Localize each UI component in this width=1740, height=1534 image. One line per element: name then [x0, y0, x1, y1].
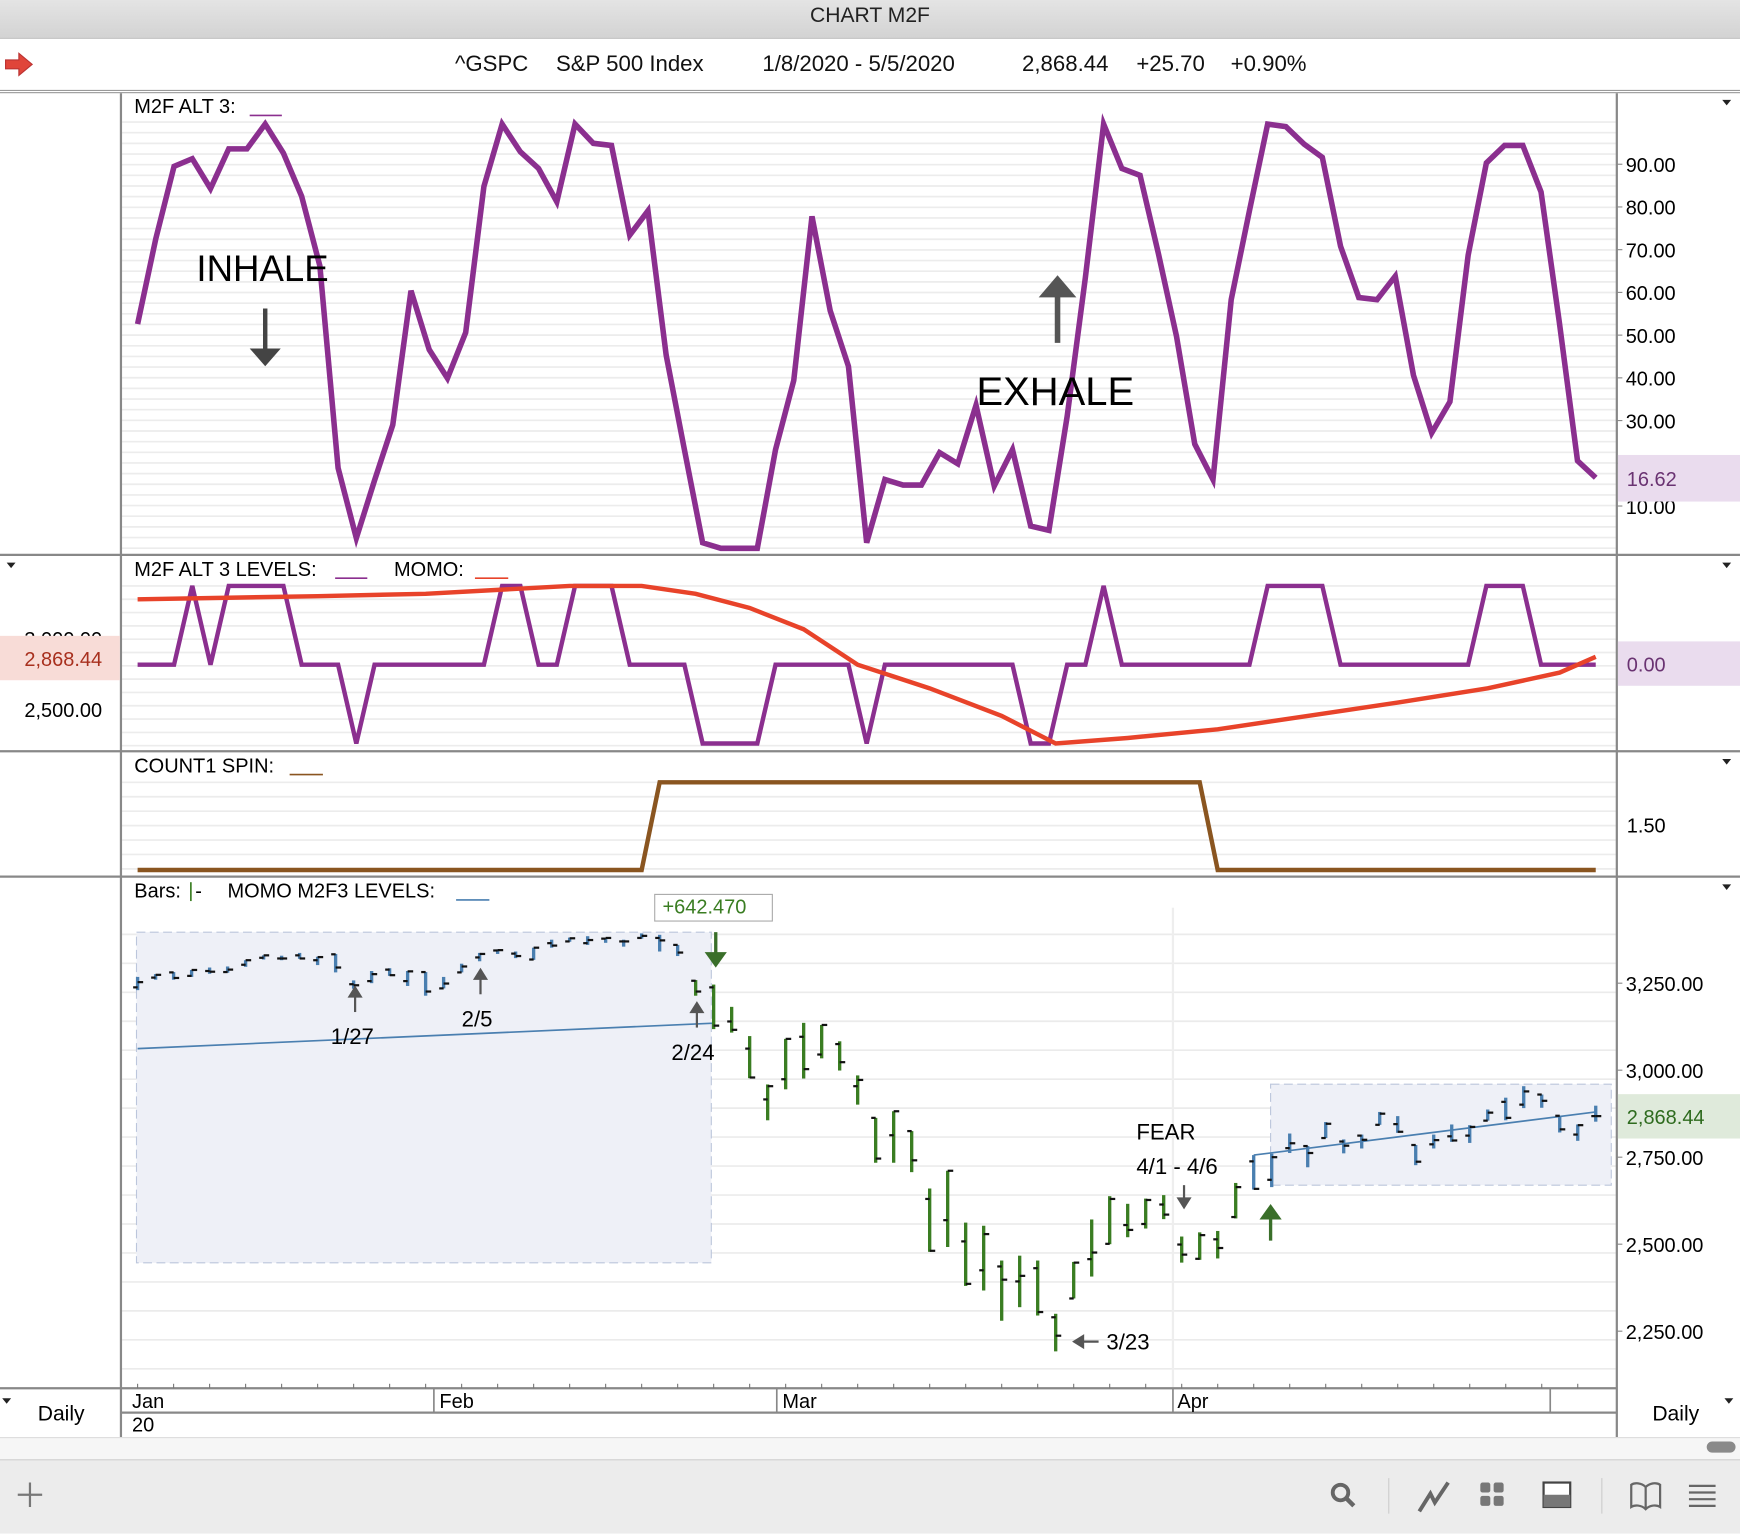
annotation-1-27: 1/27: [331, 1024, 374, 1049]
panel-layout-icon[interactable]: [1541, 1480, 1572, 1509]
ohlc-bar: [1069, 1261, 1080, 1300]
ohlc-bar: [1033, 1260, 1044, 1316]
osc-tick-label: 40.00: [1626, 369, 1676, 391]
annotation-fear: FEAR: [1136, 1120, 1195, 1145]
count-axis-tick: 1.50: [1627, 815, 1666, 837]
panel-menu-chevron-icon: [1722, 884, 1732, 890]
chart-window: CHART M2F ^GSPC S&P 500 Index 1/8/2020 -…: [0, 0, 1740, 1534]
red-arrow-icon[interactable]: [4, 52, 34, 77]
price-axis: 3,250.00 3,000.00 2,750.00 2,500.00 2,250.00: [1616, 974, 1704, 1344]
month-apr: Apr: [1177, 1391, 1208, 1413]
momo-title: MOMO:: [394, 559, 464, 581]
ohlc-bar: [1213, 1230, 1224, 1259]
green-up-arrow-icon: [1259, 1204, 1282, 1241]
panel-menu-chevron-icon: [6, 562, 16, 569]
down-arrow-icon: [249, 308, 281, 367]
symbol-name: S&P 500 Index: [555, 52, 704, 77]
last-price: 2,868.44: [1022, 52, 1109, 77]
ohlc-bar: [763, 1084, 774, 1121]
annotation-fear-range: 4/1 - 4/6: [1136, 1154, 1217, 1179]
price-tick-label: 3,000.00: [1626, 1061, 1704, 1083]
left-arrow-icon: [1072, 1334, 1099, 1350]
osc-tick-label: 70.00: [1626, 240, 1676, 262]
annotation-2-5: 2/5: [462, 1006, 493, 1031]
ohlc-bar: [979, 1225, 990, 1291]
window-title: CHART M2F: [0, 0, 1740, 39]
horizontal-scrollbar[interactable]: [0, 1437, 1740, 1461]
osc-last-value: 16.62: [1627, 469, 1677, 491]
interval-select-right[interactable]: Daily: [1652, 1402, 1699, 1425]
up-arrow-icon: [1038, 275, 1077, 343]
levels-value: 0.00: [1627, 654, 1666, 676]
osc-tick-label: 50.00: [1626, 326, 1676, 348]
scroll-thumb[interactable]: [1706, 1441, 1736, 1453]
symbol: ^GSPC: [454, 52, 529, 77]
left-axis-label: 2,500.00: [24, 700, 102, 722]
ohlc-bar: [961, 1222, 972, 1286]
add-plus-icon[interactable]: [16, 1480, 45, 1509]
chart-area[interactable]: M2F ALT 3: 90.00 80.00 70.00 60.00 50.00 40.0…: [0, 92, 1740, 1438]
percent-change: +0.90%: [1230, 52, 1307, 77]
last-price-tag: 2,868.44: [1627, 1107, 1705, 1129]
grid-layout-icon[interactable]: [1478, 1480, 1507, 1509]
ohlc-bar: [817, 1023, 828, 1059]
left-last-price: 2,868.44: [24, 649, 102, 671]
count-panel-title: COUNT1 SPIN:: [134, 755, 274, 777]
osc-tick-label: 60.00: [1626, 283, 1676, 305]
osc-panel-title: M2F ALT 3:: [134, 96, 235, 118]
date-range: 1/8/2020 - 5/5/2020: [762, 52, 955, 77]
levels-panel-title: M2F ALT 3 LEVELS:: [134, 559, 316, 581]
year-label: 20: [132, 1415, 154, 1437]
panel-menu-chevron-icon: [1722, 562, 1732, 569]
ohlc-bar: [871, 1116, 882, 1163]
ohlc-bar: [997, 1260, 1008, 1321]
panel-menu-chevron-icon: [1722, 759, 1732, 765]
month-mar: Mar: [782, 1391, 817, 1413]
ohlc-bar: [781, 1037, 792, 1090]
line-chart-icon[interactable]: [1417, 1480, 1453, 1513]
selection-box-recovery[interactable]: [1270, 1083, 1612, 1186]
exhale-label: EXHALE: [977, 370, 1135, 414]
osc-tick-label: 90.00: [1626, 155, 1676, 177]
search-icon[interactable]: [1328, 1480, 1359, 1511]
list-menu-icon[interactable]: [1687, 1480, 1718, 1509]
osc-tick-label: 30.00: [1626, 411, 1676, 433]
interval-select-left[interactable]: Daily: [38, 1402, 85, 1425]
annotation-3-23: 3/23: [1106, 1329, 1149, 1354]
annotation-2-24: 2/24: [671, 1040, 714, 1065]
price-change: +25.70: [1136, 52, 1205, 77]
time-axis-ticks: [137, 1383, 1579, 1389]
symbol-info-bar: ^GSPC S&P 500 Index 1/8/2020 - 5/5/2020 …: [0, 38, 1740, 94]
ohlc-bar: [943, 1169, 954, 1247]
month-jan: Jan: [132, 1391, 164, 1413]
ohlc-bar: [745, 1036, 756, 1079]
price-tick-label: 2,250.00: [1626, 1322, 1704, 1344]
ohlc-bar: [835, 1041, 846, 1071]
ohlc-bar: [727, 1006, 738, 1033]
ohlc-bar: [1087, 1219, 1098, 1277]
ohlc-bar: [925, 1188, 936, 1252]
selection-box-pre-drop[interactable]: [135, 931, 712, 1264]
ohlc-bar: [1195, 1232, 1206, 1260]
bottom-toolbar: [0, 1459, 1740, 1534]
month-feb: Feb: [439, 1391, 473, 1413]
interval-chevron-icon: [2, 1398, 12, 1404]
price-tick-label: 2,500.00: [1626, 1235, 1704, 1257]
ohlc-bar: [1051, 1313, 1062, 1352]
inhale-label: INHALE: [196, 248, 328, 289]
ohlc-bar: [1249, 1155, 1260, 1190]
price-tick-label: 3,250.00: [1626, 974, 1704, 996]
interval-chevron-icon: [1724, 1398, 1734, 1404]
ohlc-bar: [1231, 1182, 1242, 1219]
ohlc-bar: [1159, 1195, 1170, 1220]
ohlc-bar: [1123, 1203, 1134, 1238]
down-arrow-icon: [1176, 1185, 1192, 1210]
price-tick-label: 2,750.00: [1626, 1148, 1704, 1170]
ohlc-bar: [1105, 1196, 1116, 1245]
panel-menu-chevron-icon: [1722, 99, 1732, 106]
ohlc-bar: [1177, 1236, 1188, 1263]
osc-tick-label: 80.00: [1626, 198, 1676, 220]
book-icon[interactable]: [1628, 1480, 1664, 1511]
